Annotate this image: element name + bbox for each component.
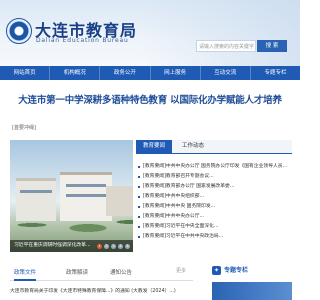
tab-education-news[interactable]: 教育要闻 xyxy=(136,140,172,153)
slideshow-pager: 1 2 3 4 5 xyxy=(97,244,130,249)
search-button[interactable]: 搜 索 xyxy=(257,40,287,52)
slideshow-image-window xyxy=(66,194,106,197)
logo-icon[interactable] xyxy=(6,18,32,44)
news-list: [教育要闻]中共中央办公厅 国务院办公厅印发《国有企业领导人员... [教育要闻… xyxy=(138,162,292,242)
special-topics-header: ✦ 专题专栏 xyxy=(212,264,292,278)
headline-title[interactable]: 大连市第一中学深耕多语种特色教育 以国际化办学赋能人才培养 xyxy=(0,92,300,106)
header-background xyxy=(140,0,300,66)
headline-tag: [首要冲绳] xyxy=(12,125,36,131)
nav-item-home[interactable]: 网站首页 xyxy=(0,66,51,80)
news-tab-bar: 教育要闻 工作动态 xyxy=(136,140,292,154)
special-topics-label[interactable]: 专题专栏 xyxy=(224,264,248,278)
slideshow-image-trees xyxy=(10,210,133,240)
news-list-item[interactable]: [教育要闻]习近平在中共中央政治局... xyxy=(138,232,292,242)
nav-item-special-topics[interactable]: 专题专栏 xyxy=(251,66,300,80)
search-input[interactable]: 请输入搜索的内容关键字 xyxy=(196,40,256,52)
slideshow-dot[interactable]: 4 xyxy=(118,244,123,249)
tab-policy-documents[interactable]: 政策文件 xyxy=(14,266,37,281)
slideshow-dot[interactable]: 1 xyxy=(97,244,102,249)
news-list-item[interactable]: [教育要闻]教育部召开专题会议... xyxy=(138,172,292,182)
slideshow-dot[interactable]: 2 xyxy=(104,244,109,249)
news-slideshow[interactable]: 习近平在重庆调研时强调深化改革... 1 2 3 4 5 xyxy=(10,140,133,252)
slideshow-dot[interactable]: 5 xyxy=(125,244,130,249)
tab-work-updates[interactable]: 工作动态 xyxy=(176,140,210,153)
slideshow-dot[interactable]: 3 xyxy=(111,244,116,249)
slideshow-image-window xyxy=(20,190,52,193)
policy-list-item[interactable]: 大连市教育局关于印发《大连市特殊教育保障...》的通知 (大教发〔2024〕..… xyxy=(10,287,195,294)
news-list-item[interactable]: [教育要闻]中共中央办公厅... xyxy=(138,212,292,222)
policy-tab-bar: 政策文件 政策解读 通知公告 xyxy=(10,266,193,281)
site-header: 大连市教育局 Dalian Education Bureau 请输入搜索的内容关… xyxy=(0,0,300,66)
news-list-item[interactable]: [教育要闻]教育部办公厅 国家发展改革委... xyxy=(138,182,292,192)
special-topic-banner[interactable] xyxy=(212,282,292,300)
news-list-item[interactable]: [教育要闻]中共中央 国务院印发... xyxy=(138,202,292,212)
tab-notices[interactable]: 通知公告 xyxy=(110,266,132,280)
news-list-item[interactable]: [教育要闻]习近平在中央全面深化... xyxy=(138,222,292,232)
policy-more-link[interactable]: 更多 xyxy=(176,267,186,274)
main-nav: 网站首页 机构概况 政务公开 网上服务 互动交流 专题专栏 xyxy=(0,66,300,80)
nav-item-open-government[interactable]: 政务公开 xyxy=(100,66,151,80)
tab-policy-interpretation[interactable]: 政策解读 xyxy=(66,266,88,280)
site-subtitle: Dalian Education Bureau xyxy=(36,37,129,44)
nav-item-about[interactable]: 机构概况 xyxy=(50,66,101,80)
slideshow-image-window xyxy=(66,184,106,187)
nav-item-interaction[interactable]: 互动交流 xyxy=(201,66,251,80)
news-list-item[interactable]: [教育要闻]中共中央办公厅 国务院办公厅印发《国有企业领导人员... xyxy=(138,162,292,172)
bookmark-icon: ✦ xyxy=(212,266,221,275)
news-list-item[interactable]: [教育要闻]中共中央组织部... xyxy=(138,192,292,202)
nav-item-online-services[interactable]: 网上服务 xyxy=(151,66,201,80)
